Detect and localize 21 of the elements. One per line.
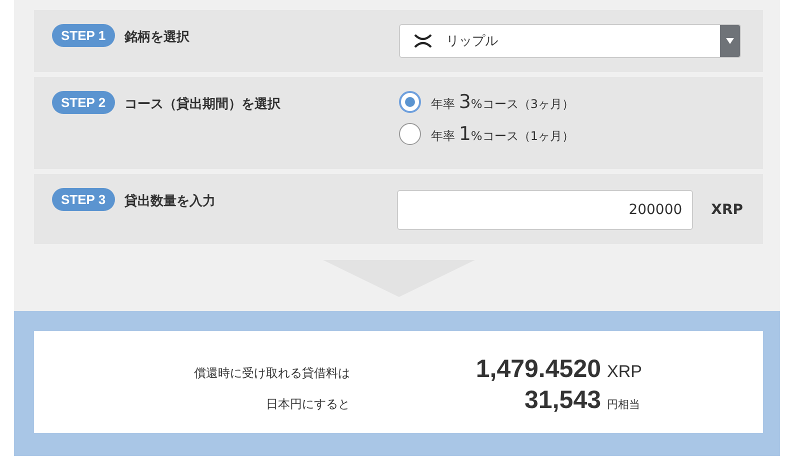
option-label: 年率 1%コース（1ヶ月） bbox=[431, 123, 574, 145]
result-label: 償還時に受け取れる貸借料は bbox=[193, 365, 350, 382]
x-logo-icon bbox=[414, 34, 432, 48]
currency-select[interactable]: リップル bbox=[399, 24, 741, 58]
result-unit: XRP bbox=[607, 362, 643, 382]
result-value: 31,543 bbox=[524, 386, 601, 415]
result-label: 日本円にすると bbox=[265, 396, 350, 413]
option-label: 年率 3%コース（3ヶ月） bbox=[431, 91, 574, 113]
result-unit: 円相当 bbox=[607, 398, 641, 412]
amount-field[interactable]: 200000 bbox=[397, 190, 694, 230]
step-badge: STEP 1 bbox=[52, 24, 115, 47]
caret-icon bbox=[726, 38, 734, 44]
result-value: 1,479.4520 bbox=[474, 355, 601, 384]
step-label: コース（貸出期間）を選択 bbox=[124, 96, 281, 113]
step-badge: STEP 2 bbox=[52, 91, 115, 114]
step-badge: STEP 3 bbox=[52, 188, 115, 211]
step-label: 銘柄を選択 bbox=[124, 29, 190, 46]
radio-button[interactable] bbox=[399, 123, 421, 145]
step-label: 貸出数量を入力 bbox=[124, 192, 216, 210]
radio-button[interactable] bbox=[399, 91, 421, 113]
unit-label: XRP bbox=[711, 202, 743, 218]
